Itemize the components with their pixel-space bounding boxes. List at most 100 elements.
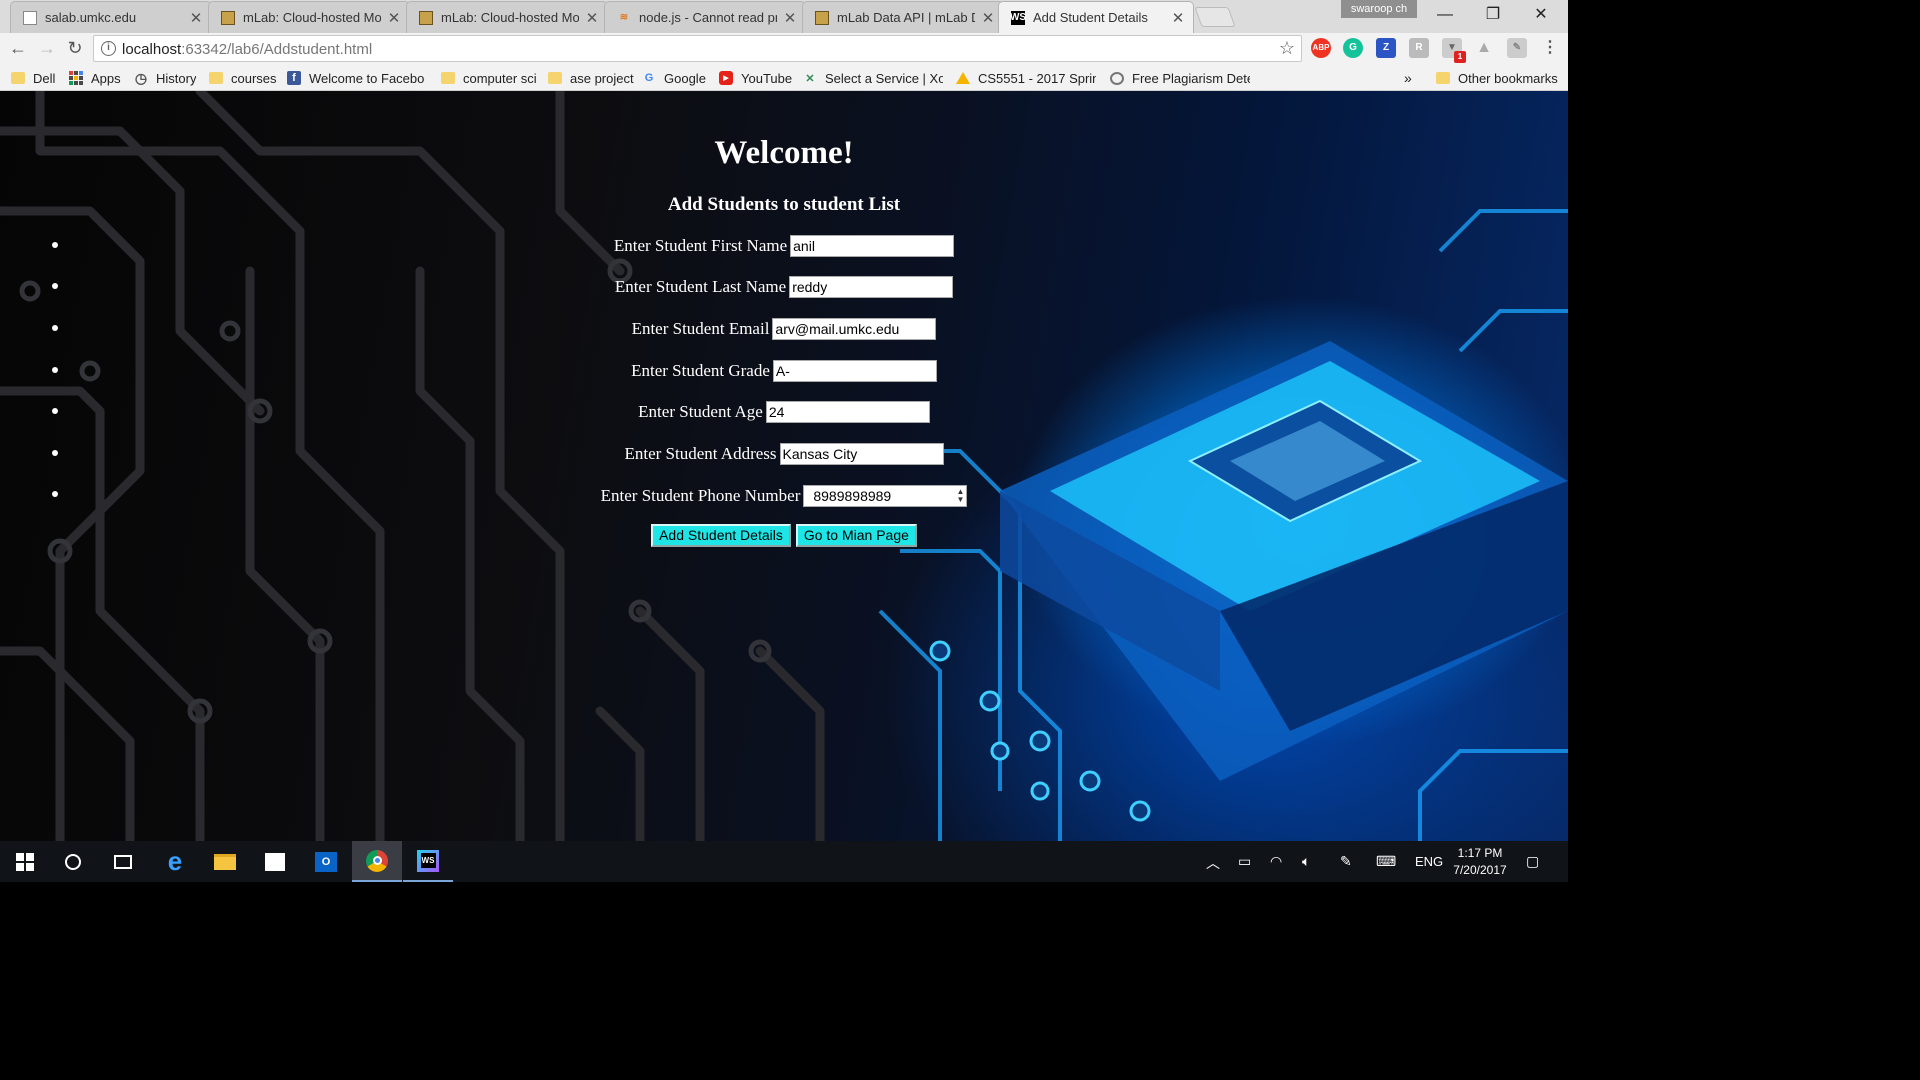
bookmark-label: Other bookmarks	[1458, 70, 1558, 86]
close-icon[interactable]: ✕	[189, 9, 203, 27]
tab-title: mLab: Cloud-hosted Mo	[441, 10, 579, 25]
folder-icon	[209, 72, 223, 84]
close-window-icon[interactable]: ✕	[1518, 0, 1564, 30]
wifi-icon[interactable]: ◠	[1270, 853, 1282, 870]
language-indicator[interactable]: ENG	[1415, 854, 1443, 869]
form-row-age: Enter Student Age	[0, 400, 1568, 424]
battery-icon[interactable]: ▭	[1238, 853, 1251, 870]
search-icon	[1110, 71, 1124, 85]
facebook-icon: f	[287, 71, 301, 85]
grammarly-icon[interactable]: G	[1343, 38, 1363, 58]
tab-title: mLab Data API | mLab D	[837, 10, 975, 25]
edge-icon[interactable]: e	[150, 841, 200, 882]
last-name-input[interactable]	[789, 276, 954, 298]
address-bar[interactable]: i localhost:63342/lab6/Addstudent.html ☆	[93, 35, 1302, 62]
phone-number-field: ▲▼	[803, 485, 968, 507]
tab-title: node.js - Cannot read pr	[639, 10, 777, 25]
adblock-icon[interactable]: ABP	[1311, 38, 1331, 58]
pen-icon[interactable]: ✎	[1340, 853, 1352, 870]
browser-tab[interactable]: salab.umkc.edu ✕	[10, 1, 212, 33]
task-view-button[interactable]	[98, 841, 148, 882]
bookmark-item[interactable]: Dell	[11, 68, 55, 88]
history-icon: ◷	[134, 69, 148, 86]
bookmark-item[interactable]: ase project	[548, 68, 634, 88]
age-label: Enter Student Age	[638, 402, 763, 421]
menu-icon[interactable]: ⋮	[1540, 38, 1560, 58]
chrome-icon[interactable]	[352, 841, 402, 882]
restore-icon[interactable]: ❐	[1470, 0, 1516, 30]
spinner-arrows-icon[interactable]: ▲ ▼	[956, 488, 964, 504]
apps-icon	[69, 71, 83, 85]
file-explorer-icon[interactable]	[200, 841, 250, 882]
bookmark-label: Dell	[33, 70, 56, 86]
add-student-button[interactable]: Add Student Details	[651, 524, 791, 547]
windows-logo-icon	[16, 852, 34, 871]
bookmarks-bar: Dell Apps ◷ History courses f Welcome to F…	[0, 64, 1568, 91]
email-input[interactable]	[772, 318, 937, 340]
drive-icon[interactable]: ▲	[1474, 38, 1494, 58]
webstorm-icon: WS	[1009, 10, 1027, 25]
close-icon[interactable]: ✕	[387, 9, 401, 27]
bookmarks-overflow-icon[interactable]: »	[1404, 68, 1412, 88]
bookmark-item[interactable]: Free Plagiarism Detec	[1110, 68, 1250, 88]
grade-label: Enter Student Grade	[631, 361, 770, 380]
reload-icon[interactable]: ↻	[64, 37, 86, 59]
bookmark-item[interactable]: computer sci	[441, 68, 537, 88]
last-name-label: Enter Student Last Name	[614, 277, 787, 296]
bookmark-label: History	[156, 70, 197, 86]
bookmark-item[interactable]: courses	[209, 68, 277, 88]
task-view-icon	[114, 854, 132, 869]
bookmark-item[interactable]: ✕ Select a Service | Xoo	[803, 68, 943, 88]
zotero-icon[interactable]: Z	[1376, 38, 1396, 58]
close-icon[interactable]: ✕	[1171, 9, 1185, 27]
browser-tab[interactable]: mLab: Cloud-hosted Mo ✕	[208, 1, 410, 33]
bookmark-item[interactable]: Apps	[69, 68, 121, 88]
close-icon[interactable]: ✕	[783, 9, 797, 27]
volume-icon[interactable]: 🔈︎	[1302, 853, 1310, 870]
store-icon[interactable]	[250, 841, 300, 882]
info-icon[interactable]: i	[101, 41, 116, 56]
forward-icon[interactable]: →	[36, 37, 58, 59]
clock-time: 1:17 PM	[1457, 846, 1503, 860]
clock-date: 7/20/2017	[1453, 863, 1507, 877]
other-bookmarks[interactable]: Other bookmarks	[1436, 68, 1558, 88]
first-name-input[interactable]	[790, 235, 955, 257]
profile-button[interactable]: swaroop ch	[1341, 0, 1417, 18]
show-hidden-icons-icon[interactable]: ︿	[1206, 853, 1220, 873]
back-icon[interactable]: ←	[7, 37, 29, 59]
address-input[interactable]	[779, 443, 944, 465]
new-tab-button[interactable]	[1194, 7, 1236, 27]
keyboard-icon[interactable]: ⌨︎	[1376, 853, 1396, 870]
extension-icon[interactable]: R	[1409, 38, 1429, 58]
browser-tab[interactable]: mLab Data API | mLab D ✕	[802, 1, 1004, 33]
phone-input[interactable]	[811, 486, 960, 506]
close-icon[interactable]: ✕	[981, 9, 995, 27]
bookmark-item[interactable]: G Google	[642, 68, 706, 88]
mlab-icon	[419, 10, 433, 25]
age-input[interactable]	[765, 401, 930, 423]
browser-tab[interactable]: ≋ node.js - Cannot read pr ✕	[604, 1, 806, 33]
bookmark-star-icon[interactable]: ☆	[1279, 38, 1295, 59]
start-button[interactable]	[0, 841, 50, 882]
notifications-icon[interactable]: ▢	[1526, 853, 1539, 870]
search-button[interactable]	[48, 841, 98, 882]
grade-input[interactable]	[772, 360, 937, 382]
webstorm-icon[interactable]: WS	[403, 841, 453, 882]
bookmark-item[interactable]: CS5551 - 2017 Spring	[956, 68, 1096, 88]
close-icon[interactable]: ✕	[585, 9, 599, 27]
browser-tab-active[interactable]: WS Add Student Details ✕	[998, 1, 1194, 33]
extension-icon[interactable]: ✎	[1507, 38, 1527, 58]
clock[interactable]: 1:17 PM 7/20/2017	[1448, 845, 1512, 879]
go-to-main-page-button[interactable]: Go to Mian Page	[795, 524, 917, 547]
youtube-icon: ▶	[719, 71, 733, 85]
outlook-icon[interactable]: O	[301, 841, 351, 882]
bookmark-item[interactable]: ▶ YouTube	[719, 68, 792, 88]
browser-tab[interactable]: mLab: Cloud-hosted Mo ✕	[406, 1, 608, 33]
bookmark-label: Apps	[91, 70, 121, 86]
browser-toolbar: ← → ↻ i localhost:63342/lab6/Addstudent.…	[0, 33, 1568, 64]
form-row-email: Enter Student Email	[0, 317, 1568, 341]
bookmark-item[interactable]: f Welcome to Faceboo	[287, 68, 425, 88]
form-row-address: Enter Student Address	[0, 442, 1568, 466]
minimize-icon[interactable]: —	[1422, 0, 1468, 30]
bookmark-item[interactable]: ◷ History	[134, 68, 197, 88]
